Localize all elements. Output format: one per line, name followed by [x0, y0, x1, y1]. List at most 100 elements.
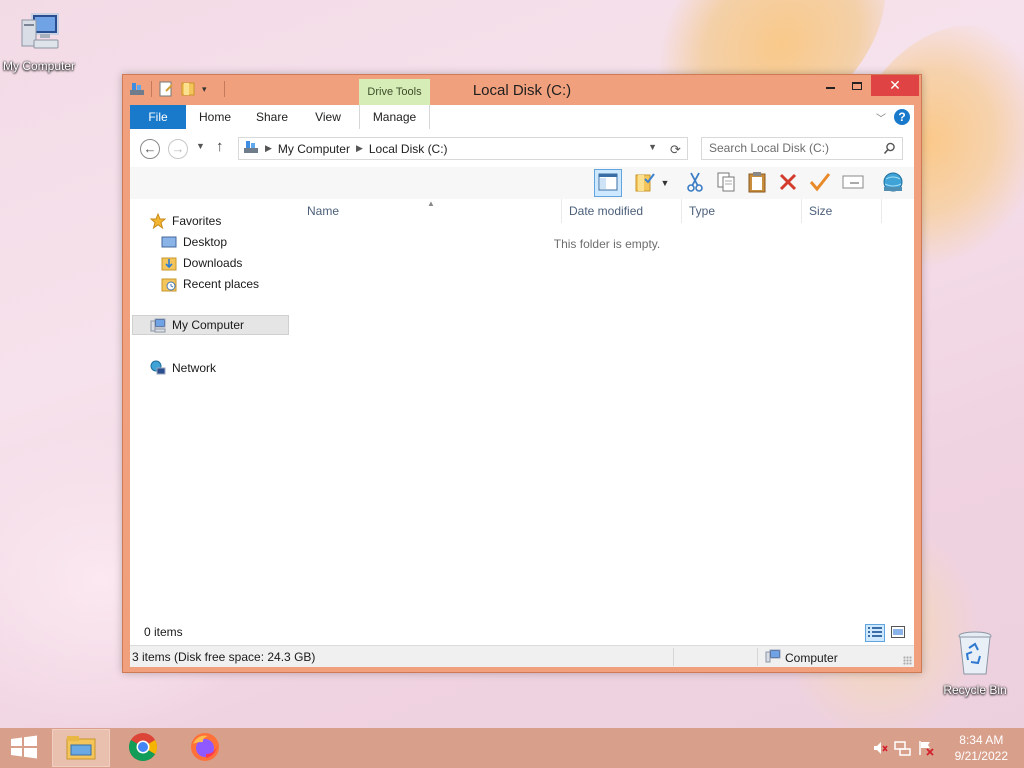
sidebar-item-label: My Computer: [172, 318, 245, 332]
tab-view[interactable]: View: [305, 105, 351, 129]
clock[interactable]: 8:34 AM 9/21/2022: [955, 732, 1008, 764]
sidebar-item-recent-places[interactable]: Recent places: [161, 274, 259, 294]
details-view-icon: [868, 626, 882, 641]
up-arrow-icon[interactable]: ↑: [216, 138, 224, 155]
help-icon[interactable]: ?: [894, 109, 910, 125]
firefox-icon: [190, 732, 220, 765]
recycle-bin-icon: [933, 630, 1017, 681]
clipboard-icon: [747, 171, 767, 196]
computer-icon: [150, 317, 166, 333]
item-count: 0 items: [144, 625, 183, 639]
desktop-icon-recycle-bin[interactable]: Recycle Bin: [933, 630, 1017, 697]
tab-manage[interactable]: Manage: [359, 105, 430, 129]
system-tray: [872, 740, 934, 759]
preview-pane-button[interactable]: [594, 169, 622, 197]
network-status-icon[interactable]: [894, 740, 912, 759]
column-date-modified[interactable]: Date modified: [562, 199, 682, 223]
folder-check-icon: [635, 172, 657, 195]
status-zone: Computer: [765, 649, 838, 666]
tab-file[interactable]: File: [130, 105, 186, 129]
divider: [757, 648, 758, 666]
desktop-icon-label: Recycle Bin: [943, 683, 1007, 697]
delete-x-icon: [778, 172, 798, 195]
delete-button[interactable]: [774, 169, 802, 197]
address-bar[interactable]: ▶ My Computer ▶ Local Disk (C:) ▼: [238, 137, 688, 160]
sidebar-item-network[interactable]: Network: [150, 358, 216, 378]
back-button[interactable]: ←: [140, 139, 160, 159]
maximize-icon: [852, 81, 862, 90]
desktop-icon-my-computer[interactable]: My Computer: [0, 10, 81, 73]
drive-icon: [243, 140, 259, 157]
close-button[interactable]: ✕: [871, 75, 919, 96]
details-view-button[interactable]: [865, 624, 885, 642]
expand-ribbon-icon[interactable]: ﹀: [876, 110, 886, 125]
sidebar-item-label: Network: [172, 361, 217, 375]
tab-home[interactable]: Home: [190, 105, 240, 129]
taskbar-chrome[interactable]: [114, 729, 172, 767]
command-toolbar: ▼: [130, 167, 914, 199]
large-icons-view-button[interactable]: [888, 624, 908, 642]
rename-button[interactable]: [839, 169, 867, 197]
status-bar: 3 items (Disk free space: 24.3 GB) Compu…: [130, 645, 914, 667]
navigation-pane: Favorites Desktop Downloads Recent place…: [130, 199, 290, 639]
tab-share[interactable]: Share: [247, 105, 297, 129]
forward-arrow-icon: →: [171, 141, 185, 156]
title-bar[interactable]: ▾ Drive Tools Local Disk (C:) ✕: [123, 75, 921, 107]
forward-button[interactable]: →: [168, 139, 188, 159]
paste-button[interactable]: [743, 169, 771, 197]
view-switcher: [865, 624, 908, 642]
copy-button[interactable]: [712, 169, 740, 197]
star-icon: [149, 212, 167, 230]
sidebar-item-favorites[interactable]: Favorites: [149, 211, 222, 231]
breadcrumb-local-disk[interactable]: Local Disk (C:): [369, 142, 448, 156]
large-icons-view-icon: [891, 625, 905, 641]
ribbon-tabs: File Home Share View Manage ﹀ ?: [130, 105, 914, 129]
cut-button[interactable]: [681, 169, 709, 197]
computer-icon: [765, 649, 781, 666]
breadcrumb-my-computer[interactable]: My Computer: [278, 142, 350, 156]
volume-muted-icon[interactable]: [872, 740, 888, 759]
status-zone-label: Computer: [785, 650, 838, 665]
recent-locations-icon[interactable]: ▼: [196, 141, 205, 151]
minimize-icon: [825, 86, 835, 89]
rename-icon: [842, 174, 864, 193]
refresh-icon[interactable]: ⟳: [670, 142, 681, 158]
folder-options-button[interactable]: ▼: [632, 169, 672, 197]
layout-pane-icon: [598, 173, 618, 194]
maximize-button[interactable]: [844, 75, 870, 96]
column-type[interactable]: Type: [682, 199, 802, 223]
chevron-right-icon[interactable]: ▶: [356, 143, 363, 154]
computer-icon: [0, 10, 81, 57]
chevron-right-icon[interactable]: ▶: [265, 143, 272, 154]
resize-grip-icon[interactable]: [903, 656, 912, 665]
windows-logo-icon: [10, 735, 38, 762]
column-header: Name Date modified Type Size: [300, 199, 914, 223]
clock-date: 9/21/2022: [954, 749, 1008, 763]
globe-button[interactable]: [879, 169, 907, 197]
clock-time: 8:34 AM: [959, 733, 1004, 747]
taskbar-file-explorer[interactable]: [52, 729, 110, 767]
sidebar-item-downloads[interactable]: Downloads: [161, 253, 242, 273]
column-size[interactable]: Size: [802, 199, 882, 223]
navigation-bar: ← → ▼ ↑ ▶ My Computer ▶ Local Disk (C:) …: [130, 129, 914, 167]
sidebar-item-my-computer[interactable]: My Computer: [132, 315, 289, 335]
copy-icon: [716, 171, 736, 196]
taskbar-firefox[interactable]: [176, 729, 234, 767]
taskbar: 8:34 AM 9/21/2022: [0, 728, 1024, 768]
minimize-button[interactable]: [816, 75, 844, 96]
desktop-icon-label: My Computer: [2, 59, 76, 73]
start-button[interactable]: [0, 728, 48, 768]
chrome-icon: [128, 732, 158, 765]
search-icon: [883, 141, 896, 162]
select-button[interactable]: [806, 169, 834, 197]
status-text: 3 items (Disk free space: 24.3 GB): [132, 650, 316, 664]
search-input[interactable]: Search Local Disk (C:): [701, 137, 903, 160]
close-icon: ✕: [889, 77, 901, 93]
chevron-down-icon: ▼: [660, 178, 670, 188]
sidebar-item-label: Favorites: [172, 214, 222, 228]
chevron-down-icon[interactable]: ▼: [648, 142, 657, 152]
globe-icon: [881, 171, 905, 196]
action-center-flag-icon[interactable]: [918, 740, 934, 759]
file-explorer-icon: [65, 733, 97, 764]
explorer-window: ▾ Drive Tools Local Disk (C:) ✕ File Hom…: [122, 74, 922, 673]
